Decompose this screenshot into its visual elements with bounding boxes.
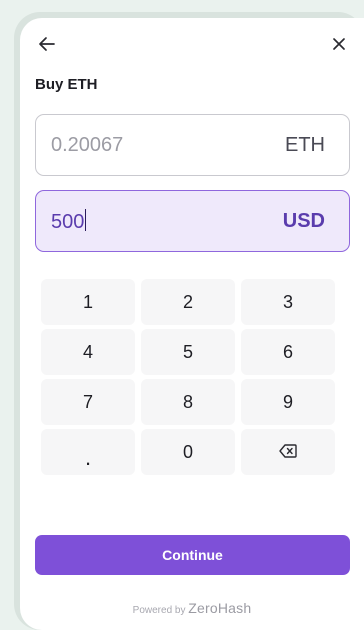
backspace-icon [279,442,297,463]
continue-button[interactable]: Continue [35,535,350,575]
crypto-amount-value: 0.20067 [51,133,124,156]
close-icon[interactable] [327,32,351,56]
buy-widget: Buy ETH 0.20067 ETH 500 USD 1 2 3 4 5 6 … [20,18,364,630]
arrow-left-icon[interactable] [35,32,59,56]
key-1[interactable]: 1 [41,279,135,325]
crypto-amount-field[interactable]: 0.20067 ETH [35,114,350,176]
crypto-currency-label: ETH [285,133,325,156]
key-6[interactable]: 6 [241,329,335,375]
numeric-keypad: 1 2 3 4 5 6 7 8 9 . 0 [41,279,350,475]
key-9[interactable]: 9 [241,379,335,425]
key-0[interactable]: 0 [141,429,235,475]
key-8[interactable]: 8 [141,379,235,425]
backspace-key[interactable] [241,429,335,475]
text-caret [85,208,87,231]
key-7[interactable]: 7 [41,379,135,425]
powered-by: Powered by ZeroHash [20,600,364,616]
key-4[interactable]: 4 [41,329,135,375]
fiat-amount-field[interactable]: 500 USD [35,190,350,252]
key-3[interactable]: 3 [241,279,335,325]
top-bar [35,18,350,72]
page-title: Buy ETH [35,76,98,93]
powered-by-label: Powered by [132,605,186,616]
key-decimal[interactable]: . [41,429,135,475]
fiat-currency-label: USD [282,209,325,232]
fiat-amount-wrap: 500 [51,208,87,234]
fiat-amount-value: 500 [51,210,85,233]
zerohash-logo: ZeroHash [188,600,252,616]
key-2[interactable]: 2 [141,279,235,325]
key-5[interactable]: 5 [141,329,235,375]
